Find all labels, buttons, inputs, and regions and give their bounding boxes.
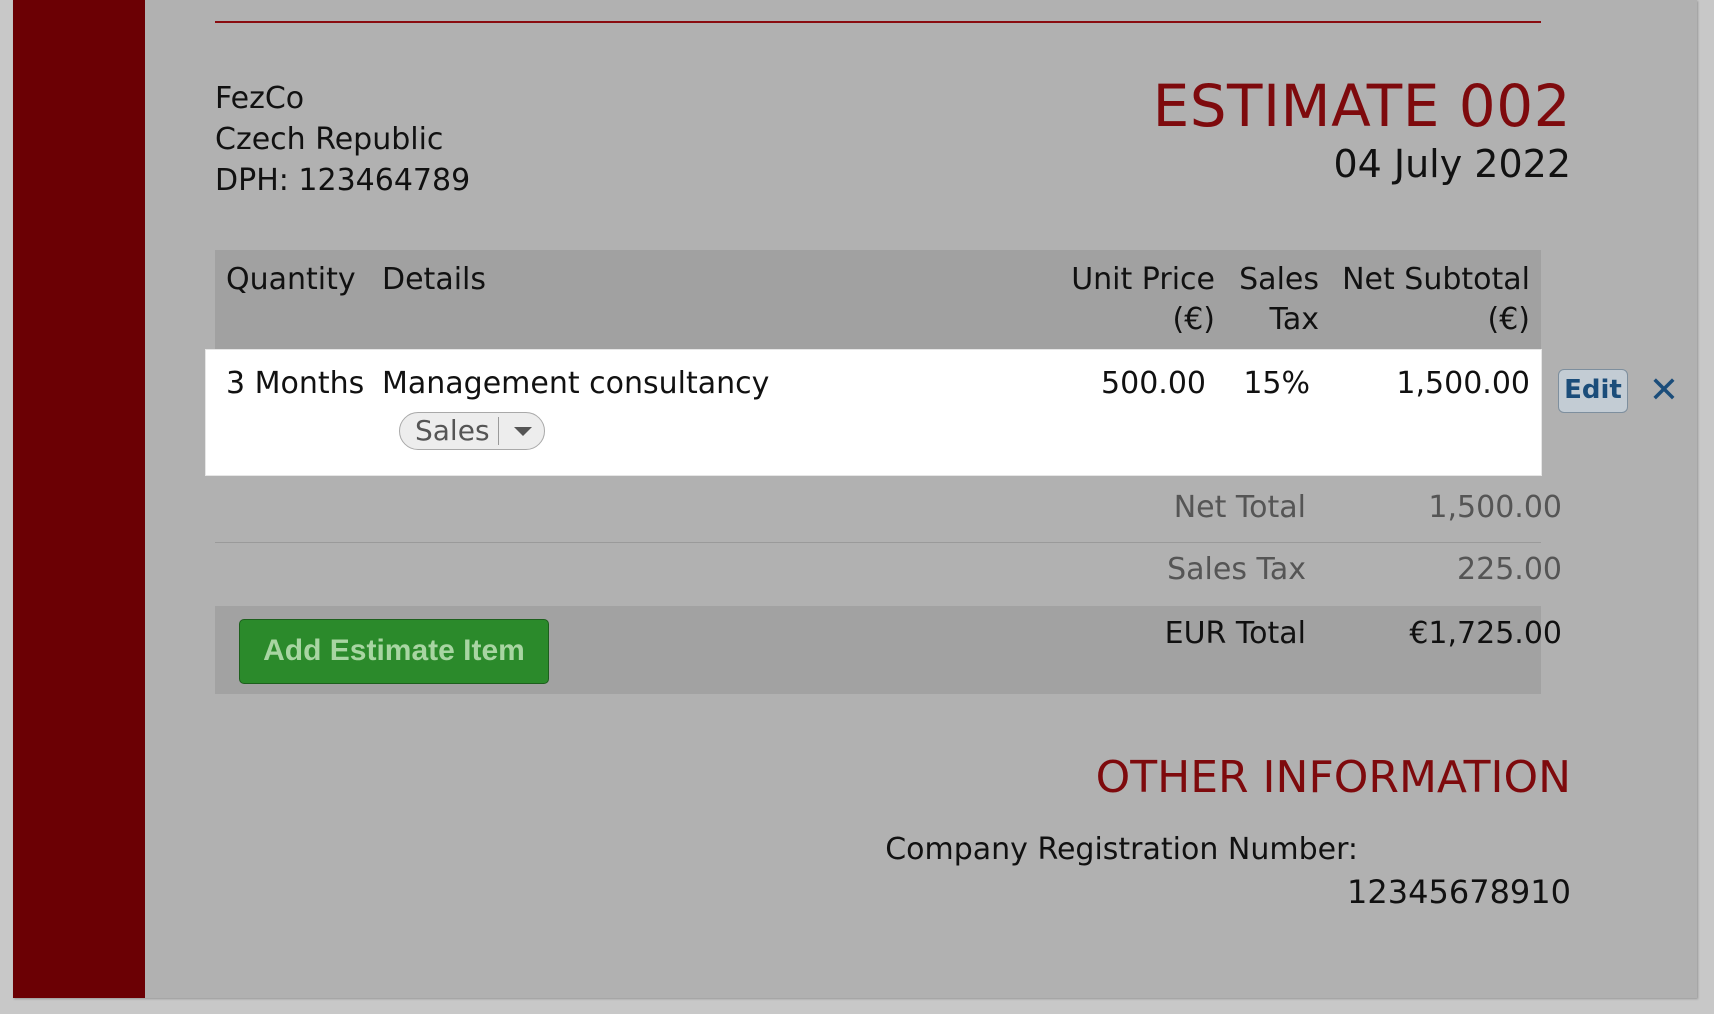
close-icon[interactable]: ✕ — [1646, 369, 1682, 413]
net-total-value: 1,500.00 — [1428, 490, 1562, 525]
header-rule — [215, 21, 1541, 23]
estimate-date: 04 July 2022 — [1333, 142, 1571, 186]
header-unit-price-line1: Unit Price — [1071, 262, 1215, 297]
header-sales-tax-line2: Tax — [1269, 302, 1320, 337]
sales-tax-label: Sales Tax — [1167, 552, 1306, 587]
eur-total-value: €1,725.00 — [1409, 616, 1562, 651]
header-sales-tax-line1: Sales — [1239, 262, 1319, 297]
eur-total-label: EUR Total — [1164, 616, 1306, 651]
header-net-subtotal: Net Subtotal (€) — [1342, 260, 1530, 340]
table-row[interactable]: 3 Months Management consultancy Sales 50… — [206, 350, 1541, 475]
company-address: FezCo Czech Republic DPH: 123464789 — [215, 78, 470, 201]
company-country: Czech Republic — [215, 122, 444, 157]
registration-label: Company Registration Number: — [885, 832, 1358, 867]
registration-value: 12345678910 — [1347, 873, 1571, 911]
edit-button[interactable]: Edit — [1558, 369, 1628, 413]
header-net-subtotal-line1: Net Subtotal — [1342, 262, 1530, 297]
category-label: Sales — [415, 414, 490, 447]
net-total-label: Net Total — [1173, 490, 1306, 525]
header-details: Details — [382, 262, 487, 297]
row-unit-price: 500.00 — [1101, 366, 1206, 401]
row-details: Management consultancy — [382, 366, 770, 401]
company-name: FezCo — [215, 81, 305, 116]
category-separator — [498, 417, 499, 445]
header-net-subtotal-line2: (€) — [1487, 302, 1531, 337]
chevron-down-icon[interactable] — [514, 427, 532, 436]
category-dropdown[interactable]: Sales — [399, 412, 545, 450]
header-unit-price-line2: (€) — [1172, 302, 1216, 337]
header-quantity: Quantity — [226, 262, 356, 297]
header-unit-price: Unit Price (€) — [1071, 260, 1215, 340]
estimate-title: ESTIMATE 002 — [1152, 72, 1571, 140]
table-header: Quantity Details Unit Price (€) Sales Ta… — [215, 250, 1541, 350]
sales-tax-value: 225.00 — [1457, 552, 1562, 587]
header-sales-tax: Sales Tax — [1239, 260, 1319, 340]
document-spine — [13, 0, 145, 998]
other-information-title: OTHER INFORMATION — [1095, 752, 1571, 803]
summary-divider — [215, 542, 1541, 543]
row-sales-tax: 15% — [1243, 366, 1310, 401]
row-net-subtotal: 1,500.00 — [1396, 366, 1530, 401]
row-quantity: 3 Months — [226, 366, 365, 401]
add-estimate-item-button[interactable]: Add Estimate Item — [239, 619, 549, 684]
company-tax-id: DPH: 123464789 — [215, 163, 471, 198]
